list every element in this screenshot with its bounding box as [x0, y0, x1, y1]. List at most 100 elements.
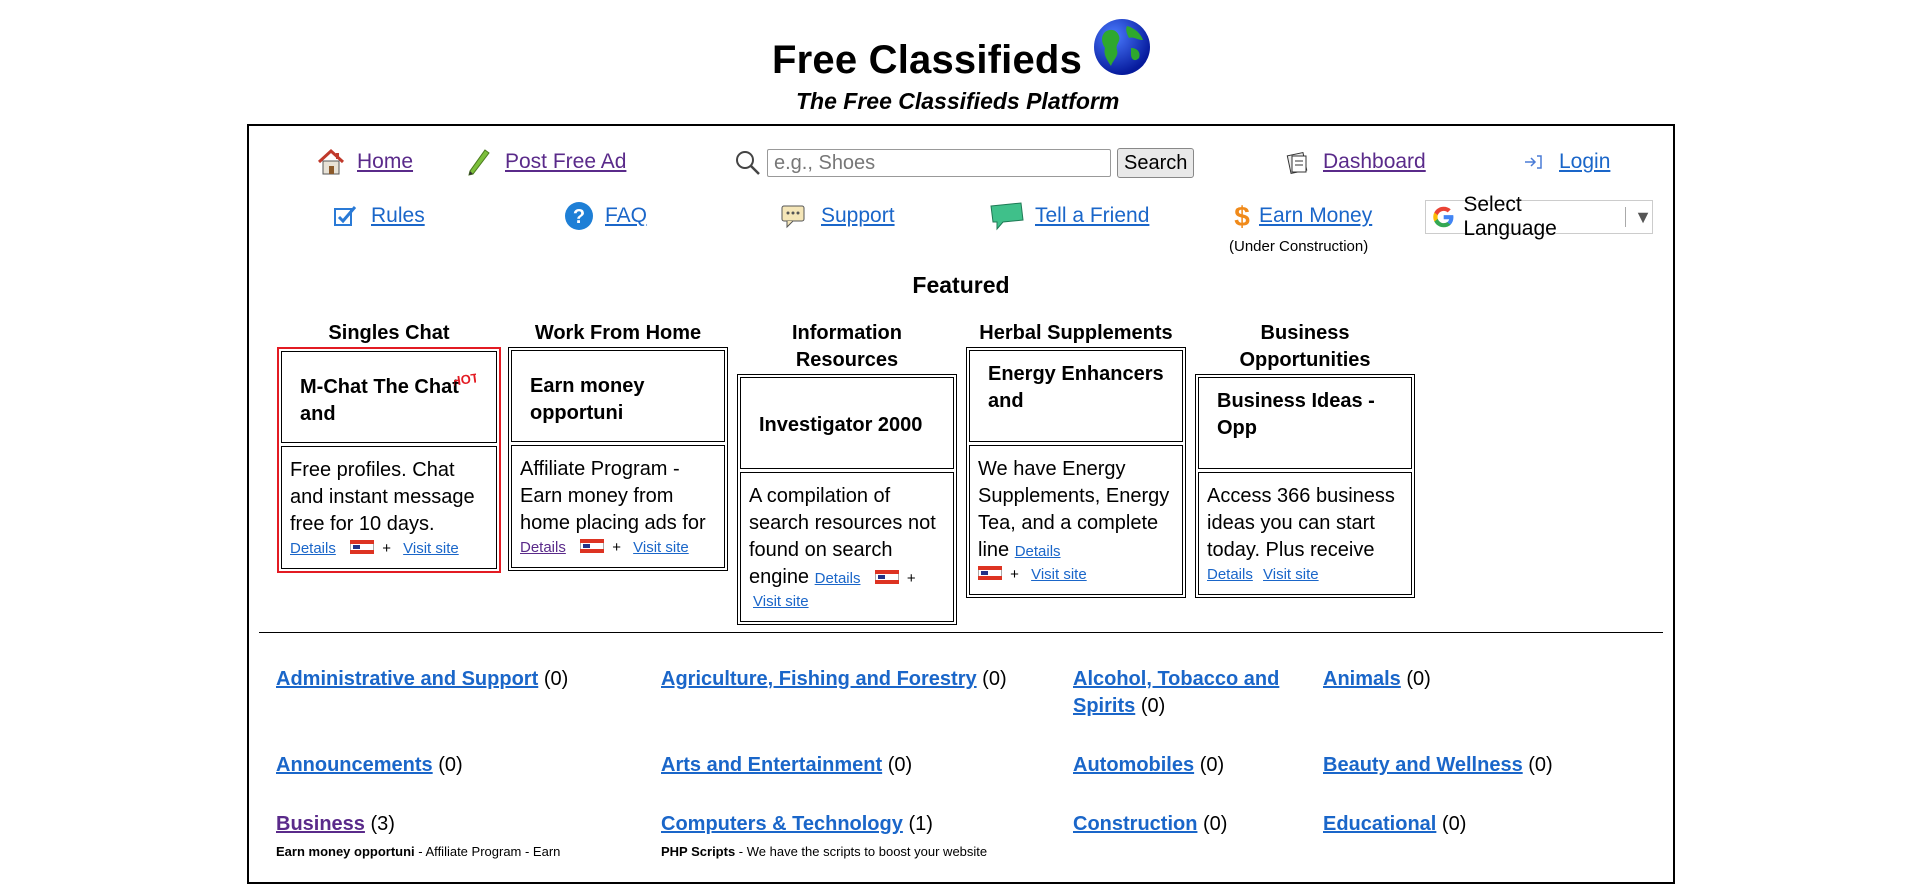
featured-description: Affiliate Program - Earn money from home… — [511, 445, 725, 568]
category-item: Computers & Technology (1) — [661, 813, 933, 835]
chat-bubble-icon — [989, 200, 1025, 232]
featured-card: Information Resources Investigator 2000 … — [737, 320, 957, 625]
featured-headline[interactable]: M-Chat The Chat and HOT — [281, 351, 497, 443]
category-link[interactable]: Construction — [1073, 813, 1197, 835]
section-divider — [259, 632, 1663, 633]
category-item: Alcohol, Tobacco and Spirits (0) — [1073, 668, 1280, 717]
featured-headline[interactable]: Energy Enhancers and — [969, 350, 1183, 442]
nav-tell-a-friend[interactable]: Tell a Friend — [989, 200, 1149, 232]
language-selector[interactable]: Select Language ▼ — [1425, 193, 1653, 240]
category-link[interactable]: Automobiles — [1073, 754, 1194, 776]
faq-link[interactable]: FAQ — [605, 204, 647, 228]
category-link[interactable]: Administrative and Support — [276, 668, 538, 690]
featured-description: A compilation of search resources not fo… — [740, 472, 954, 622]
login-icon — [1517, 146, 1549, 178]
featured-category: Business Opportunities — [1239, 322, 1371, 371]
nav-dashboard[interactable]: Dashboard — [1281, 146, 1426, 178]
svg-text:?: ? — [573, 206, 585, 228]
category-item: Beauty and Wellness (0) — [1323, 754, 1553, 776]
featured-description: Free profiles. Chat and instant message … — [281, 446, 497, 569]
visit-site-link[interactable]: Visit site — [753, 593, 809, 610]
home-icon — [315, 146, 347, 178]
category-link[interactable]: Alcohol, Tobacco and Spirits — [1073, 668, 1279, 717]
category-item: Automobiles (0) — [1073, 754, 1225, 776]
nav-post-free-ad[interactable]: Post Free Ad — [463, 146, 626, 178]
category-link[interactable]: Arts and Entertainment — [661, 754, 882, 776]
support-link[interactable]: Support — [821, 204, 895, 228]
featured-category: Herbal Supplements — [979, 322, 1173, 344]
plus-sign: + — [382, 540, 391, 557]
site-header: Free Classifieds The Free Classifieds Pl… — [0, 0, 1915, 122]
tell-a-friend-link[interactable]: Tell a Friend — [1035, 204, 1149, 228]
sub-listing[interactable]: Earn money opportuni - Affiliate Program… — [276, 844, 560, 859]
featured-description: Access 366 business ideas you can start … — [1198, 472, 1412, 595]
featured-category: Information Resources — [792, 322, 902, 371]
nav-earn-money[interactable]: $ Earn Money — [1231, 200, 1372, 232]
category-link[interactable]: Agriculture, Fishing and Forestry — [661, 668, 977, 690]
plus-sign: + — [1010, 566, 1019, 583]
category-item: Business (3) — [276, 813, 395, 835]
category-link[interactable]: Announcements — [276, 754, 433, 776]
site-title[interactable]: Free Classifieds — [772, 38, 1082, 83]
visit-site-link[interactable]: Visit site — [1031, 566, 1087, 583]
sub-listing[interactable]: PHP Scripts - We have the scripts to boo… — [661, 844, 987, 859]
featured-box: M-Chat The Chat and HOT Free profiles. C… — [277, 347, 501, 573]
category-link[interactable]: Educational — [1323, 813, 1436, 835]
nav-rules[interactable]: Rules — [329, 200, 425, 232]
site-tagline: The Free Classifieds Platform — [796, 88, 1120, 114]
category-link[interactable]: Business — [276, 813, 365, 835]
flag-icon — [977, 565, 1003, 581]
visit-site-link[interactable]: Visit site — [1263, 566, 1319, 583]
category-link[interactable]: Beauty and Wellness — [1323, 754, 1523, 776]
search-icon[interactable] — [733, 148, 763, 178]
details-link[interactable]: Details — [1207, 566, 1253, 583]
search-button[interactable]: Search — [1117, 148, 1195, 178]
earn-money-link[interactable]: Earn Money — [1259, 204, 1372, 228]
hot-icon: HOT — [454, 370, 476, 388]
pencil-icon — [463, 146, 495, 178]
google-icon — [1433, 206, 1454, 228]
featured-headline[interactable]: Earn money opportuni — [511, 350, 725, 442]
nav-support[interactable]: Support — [779, 200, 895, 232]
category-link[interactable]: Computers & Technology — [661, 813, 903, 835]
featured-card: Singles Chat M-Chat The Chat and HOT Fre… — [277, 320, 501, 573]
globe-icon — [1094, 19, 1150, 75]
featured-heading: Featured — [912, 272, 1010, 298]
rules-link[interactable]: Rules — [371, 204, 425, 228]
category-link[interactable]: Animals — [1323, 668, 1401, 690]
checkbox-icon — [329, 200, 361, 232]
search-input[interactable] — [767, 149, 1111, 177]
category-item: Administrative and Support (0) — [276, 668, 569, 690]
home-link[interactable]: Home — [357, 150, 413, 174]
search-bar: Search — [733, 148, 1195, 178]
visit-site-link[interactable]: Visit site — [403, 540, 459, 557]
details-link[interactable]: Details — [815, 570, 861, 587]
featured-headline[interactable]: Business Ideas - Opp — [1198, 377, 1412, 469]
flag-icon — [579, 538, 605, 554]
details-link[interactable]: Details — [520, 539, 566, 556]
svg-text:HOT: HOT — [454, 370, 476, 388]
login-link[interactable]: Login — [1559, 150, 1610, 174]
details-link[interactable]: Details — [290, 540, 336, 557]
question-icon: ? — [563, 200, 595, 232]
post-free-ad-link[interactable]: Post Free Ad — [505, 150, 626, 174]
dropdown-arrow-icon: ▼ — [1634, 206, 1652, 227]
featured-card: Work From Home Earn money opportuni Affi… — [508, 320, 728, 571]
plus-sign: + — [906, 570, 916, 587]
featured-box: Business Ideas - Opp Access 366 business… — [1195, 374, 1415, 598]
visit-site-link[interactable]: Visit site — [633, 539, 689, 556]
dashboard-link[interactable]: Dashboard — [1323, 150, 1426, 174]
nav-faq[interactable]: ? FAQ — [563, 200, 647, 232]
details-link[interactable]: Details — [1015, 543, 1061, 560]
select-language-label: Select Language — [1463, 193, 1557, 240]
flag-icon — [874, 569, 900, 585]
category-item: Construction (0) — [1073, 813, 1228, 835]
separator — [1625, 207, 1627, 227]
nav-home[interactable]: Home — [315, 146, 413, 178]
featured-headline[interactable]: Investigator 2000 — [740, 377, 954, 469]
featured-card: Herbal Supplements Energy Enhancers and … — [966, 320, 1186, 598]
featured-box: Earn money opportuni Affiliate Program -… — [508, 347, 728, 571]
flag-icon — [349, 539, 375, 555]
nav-login[interactable]: Login — [1517, 146, 1610, 178]
plus-sign: + — [612, 539, 621, 556]
